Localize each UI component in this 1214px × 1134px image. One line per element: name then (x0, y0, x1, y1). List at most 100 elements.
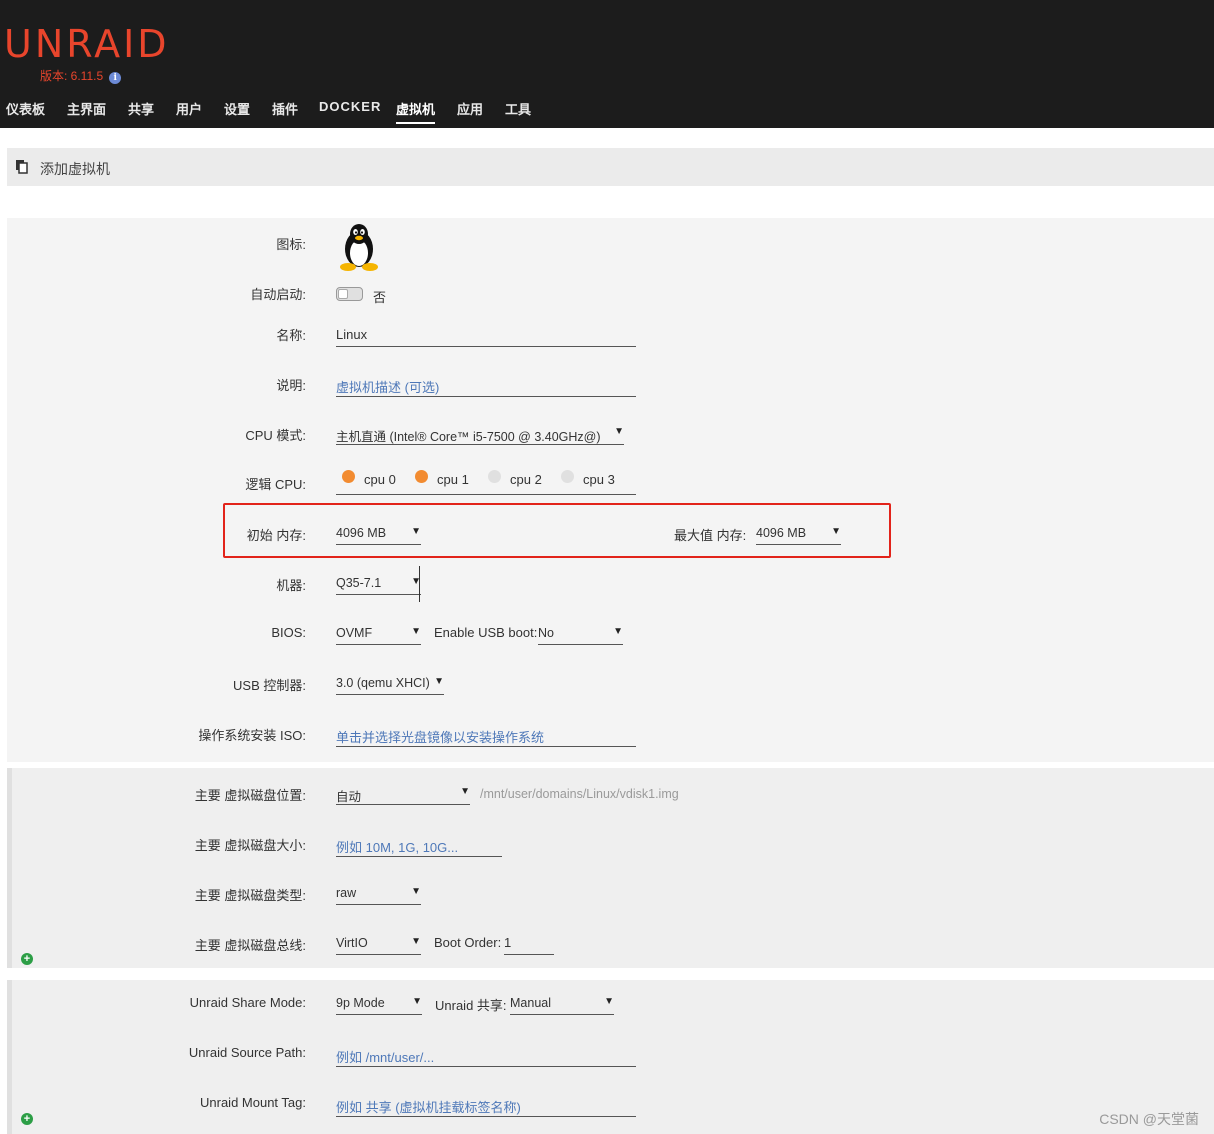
dropdown-arrow-icon: ▼ (434, 676, 444, 687)
dropdown-arrow-icon: ▼ (604, 996, 614, 1007)
bios-value: OVMF (336, 626, 373, 640)
nav-shares[interactable]: 共享 (128, 99, 154, 118)
watermark: CSDN @天堂菌 (1099, 1111, 1199, 1127)
os-iso-input[interactable]: 单击并选择光盘镜像以安装操作系统 (336, 725, 636, 747)
vdisk-size-label: 主要 虚拟磁盘大小: (194, 838, 306, 853)
share-mode-select[interactable]: 9p Mode ▼ (336, 993, 422, 1015)
bios-select[interactable]: OVMF ▼ (336, 623, 421, 645)
unraid-share-value: Manual (510, 996, 551, 1010)
nav-vms[interactable]: 虚拟机 (396, 99, 436, 124)
cpu1-label: cpu 1 (437, 472, 469, 487)
initial-memory-value: 4096 MB (336, 526, 387, 540)
usb-controller-value: 3.0 (qemu XHCI) (336, 676, 430, 690)
cpu3-checkbox[interactable] (561, 470, 574, 483)
cpu0-label: cpu 0 (364, 472, 396, 487)
cpu2-checkbox[interactable] (488, 470, 501, 483)
unraid-share-select[interactable]: Manual ▼ (510, 993, 614, 1015)
vdisk-type-select[interactable]: raw ▼ (336, 883, 421, 905)
cpu3-label: cpu 3 (583, 472, 615, 487)
usb-boot-label: Enable USB boot: (434, 625, 538, 640)
dropdown-arrow-icon: ▼ (411, 626, 421, 637)
cpu0-checkbox[interactable] (342, 470, 355, 483)
version-label: 版本: 6.11.5 i (40, 67, 122, 84)
cpu-mode-label: CPU 模式: (245, 428, 306, 443)
vdisk-type-label: 主要 虚拟磁盘类型: (194, 888, 306, 903)
dropdown-arrow-icon: ▼ (412, 996, 422, 1007)
vdisk-path: /mnt/user/domains/Linux/vdisk1.img (480, 787, 679, 801)
cpu-underline (336, 494, 636, 495)
nav-main[interactable]: 主界面 (67, 99, 106, 118)
max-memory-value: 4096 MB (756, 526, 807, 540)
max-memory-label: 最大值 内存: (674, 528, 747, 543)
logical-cpu-label: 逻辑 CPU: (245, 477, 306, 492)
vdisk-location-select[interactable]: 自动 ▼ (336, 783, 470, 805)
unraid-share-label: Unraid 共享: (435, 998, 507, 1013)
usb-controller-label: USB 控制器: (233, 678, 306, 693)
add-share-icon[interactable]: + (21, 1113, 33, 1125)
initial-memory-label: 初始 内存: (246, 528, 306, 543)
boot-order-label: Boot Order: (434, 935, 502, 950)
name-label: 名称: (276, 328, 306, 343)
dropdown-arrow-icon: ▼ (613, 626, 623, 637)
bios-label: BIOS: (271, 625, 306, 640)
nav-plugins[interactable]: 插件 (272, 99, 298, 118)
nav-docker[interactable]: DOCKER (319, 99, 381, 114)
dropdown-arrow-icon: ▼ (411, 886, 421, 897)
machine-value: Q35-7.1 (336, 576, 382, 590)
text-cursor (419, 566, 420, 602)
vdisk-size-input[interactable]: 例如 10M, 1G, 10G... (336, 835, 502, 857)
machine-select[interactable]: Q35-7.1 ▼ (336, 573, 421, 595)
dropdown-arrow-icon: ▼ (411, 936, 421, 947)
nav-settings[interactable]: 设置 (224, 99, 250, 118)
nav-dashboard[interactable]: 仪表板 (6, 99, 45, 118)
dropdown-arrow-icon: ▼ (411, 526, 421, 537)
linux-penguin-icon[interactable] (338, 222, 380, 272)
machine-label: 机器: (276, 578, 306, 593)
os-iso-label: 操作系统安装 ISO: (198, 728, 306, 743)
version-text: 版本: 6.11.5 (40, 69, 104, 83)
usb-boot-select[interactable]: No ▼ (538, 623, 623, 645)
page-titlebar: 添加虚拟机 (7, 148, 1214, 186)
description-input[interactable]: 虚拟机描述 (可选) (336, 375, 636, 397)
dropdown-arrow-icon: ▼ (831, 526, 841, 537)
usb-controller-select[interactable]: 3.0 (qemu XHCI) ▼ (336, 673, 444, 695)
toggle-knob (338, 289, 348, 299)
vdisk-bus-select[interactable]: VirtIO ▼ (336, 933, 421, 955)
vdisk-type-value: raw (336, 886, 357, 900)
vdisk-bus-value: VirtIO (336, 936, 368, 950)
nav-tools[interactable]: 工具 (505, 99, 531, 118)
info-icon[interactable]: i (109, 72, 122, 84)
icon-label: 图标: (276, 237, 306, 252)
vdisk-bus-label: 主要 虚拟磁盘总线: (194, 938, 306, 953)
source-path-label: Unraid Source Path: (188, 1045, 306, 1060)
autostart-toggle[interactable] (336, 287, 363, 301)
mount-tag-label: Unraid Mount Tag: (200, 1095, 306, 1110)
share-mode-value: 9p Mode (336, 996, 385, 1010)
unraid-logo[interactable]: UNRAID (4, 22, 170, 66)
initial-memory-select[interactable]: 4096 MB ▼ (336, 523, 421, 545)
max-memory-select[interactable]: 4096 MB ▼ (756, 523, 841, 545)
document-copy-icon (16, 160, 28, 174)
mount-tag-input[interactable]: 例如 共享 (虚拟机挂载标签名称) (336, 1095, 636, 1117)
name-input[interactable]: Linux (336, 325, 636, 347)
source-path-input[interactable]: 例如 /mnt/user/... (336, 1045, 636, 1067)
usb-boot-value: No (538, 626, 554, 640)
page-title: 添加虚拟机 (40, 161, 110, 177)
dropdown-arrow-icon: ▼ (460, 786, 470, 797)
nav-apps[interactable]: 应用 (457, 99, 483, 118)
share-mode-label: Unraid Share Mode: (189, 995, 306, 1010)
add-vdisk-icon[interactable]: + (21, 953, 33, 965)
nav-users[interactable]: 用户 (176, 99, 202, 118)
autostart-label: 自动启动: (250, 287, 306, 302)
header: UNRAID 版本: 6.11.5 i 仪表板 主界面 共享 用户 设置 插件 D… (0, 0, 1214, 128)
description-label: 说明: (276, 378, 306, 393)
autostart-value: 否 (373, 290, 387, 305)
cpu1-checkbox[interactable] (415, 470, 428, 483)
vdisk-location-value: 自动 (336, 790, 362, 804)
dropdown-arrow-icon: ▼ (614, 426, 624, 437)
cpu-mode-value: 主机直通 (Intel® Core™ i5-7500 @ 3.40GHz@) (336, 430, 601, 444)
boot-order-input[interactable]: 1 (504, 933, 554, 955)
cpu-mode-select[interactable]: 主机直通 (Intel® Core™ i5-7500 @ 3.40GHz@) ▼ (336, 423, 624, 445)
vm-general-panel (7, 218, 1214, 762)
vdisk-location-label: 主要 虚拟磁盘位置: (194, 788, 306, 803)
